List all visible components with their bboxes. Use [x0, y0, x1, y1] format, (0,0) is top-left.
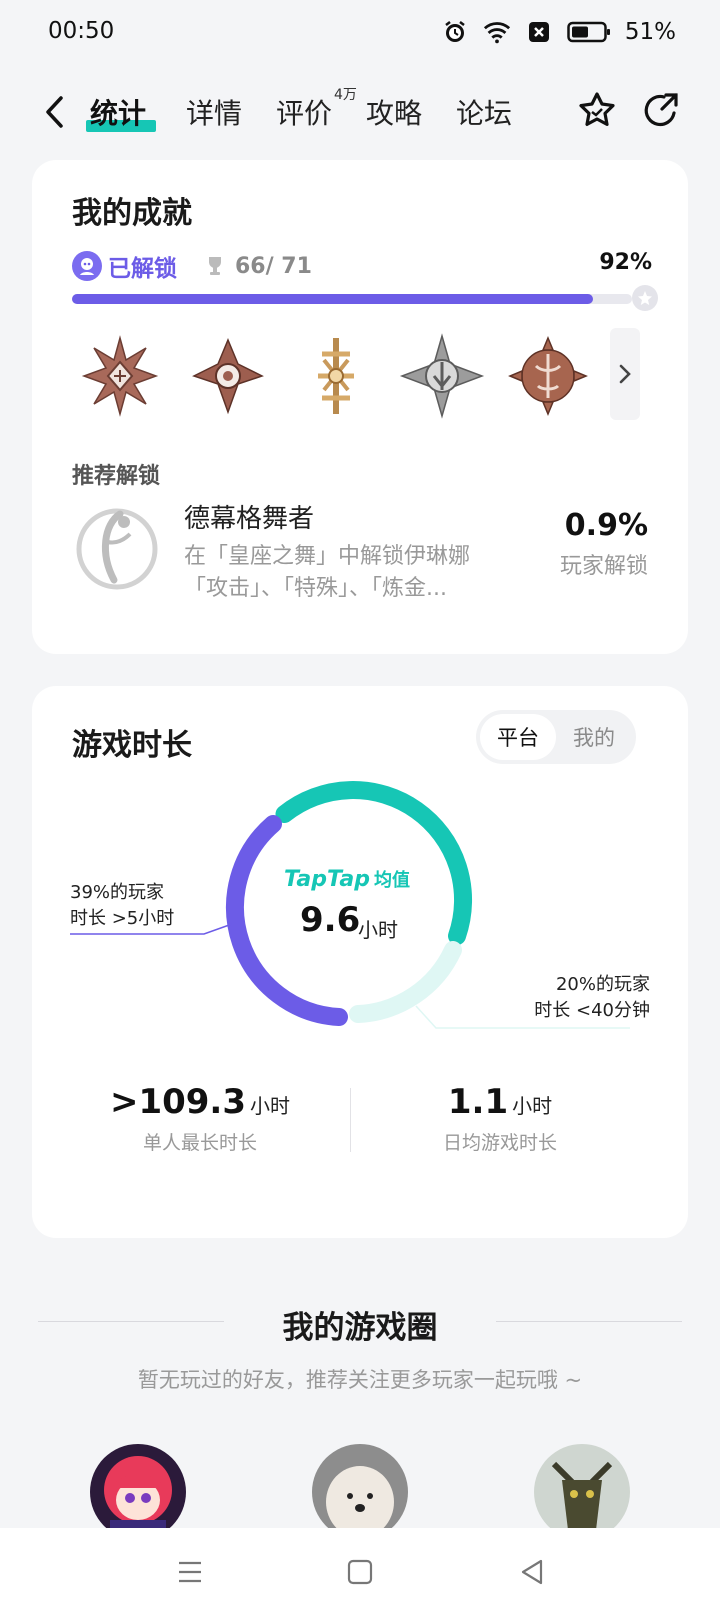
achievement-progress-bar [72, 294, 632, 304]
max-playtime-value: >109.3 [109, 1082, 247, 1122]
recommended-unlock-percent: 0.9% [564, 508, 648, 543]
taptap-average-label: TapTap 均值 [284, 866, 420, 898]
no-sim-icon [525, 18, 553, 46]
achievement-count: 66/ 71 [235, 253, 312, 279]
game-circle-subtitle: 暂无玩过的好友，推荐关注更多玩家一起玩哦 ~ [137, 1368, 583, 1392]
friend-avatar-2[interactable] [312, 1444, 408, 1540]
recommended-achievement-desc-line2: 「攻击」、「特殊」、「炼金... [184, 576, 447, 601]
max-playtime-stat: >109.3 小时 单人最长时长 [50, 1082, 350, 1155]
average-playtime-value: 9.6 [300, 900, 361, 940]
tab-forum[interactable]: 论坛 [456, 92, 512, 132]
playtime-card: 游戏时长 平台 我的 TapTap 均值 9.6 小时 39%的玩家 时长 >5小… [32, 686, 688, 1238]
daily-playtime-stat: 1.1 小时 日均游戏时长 [350, 1082, 650, 1155]
achievements-card: 我的成就 已解锁 66/ 71 92% 推荐解锁 德幕格舞者 在「皇座之舞」中解… [32, 160, 688, 654]
home-icon [347, 1559, 373, 1585]
back-triangle-icon [521, 1559, 543, 1585]
menu-icon [179, 1561, 201, 1583]
recommended-achievement-icon [72, 504, 162, 594]
status-icons: 51% [441, 16, 676, 48]
long-playtime-threshold: 时长 >5小时 [70, 908, 175, 929]
achievement-badge-5[interactable] [504, 332, 592, 420]
achievements-title: 我的成就 [72, 196, 192, 231]
friend-avatar-1[interactable] [90, 1444, 186, 1540]
home-button[interactable] [342, 1554, 378, 1590]
share-button[interactable] [638, 88, 684, 134]
average-playtime-unit: 小时 [358, 918, 398, 942]
wifi-icon [483, 18, 511, 46]
status-bar: 00:50 51% [0, 0, 720, 64]
tab-guides[interactable]: 攻略 [366, 92, 422, 132]
achievement-badge-2[interactable] [184, 332, 272, 420]
achievement-badge-4[interactable] [398, 332, 486, 420]
system-navigation-bar [0, 1528, 720, 1612]
user-avatar-icon [72, 251, 102, 281]
alarm-icon [441, 18, 469, 46]
status-time: 00:50 [48, 18, 115, 44]
game-circle-title: 我的游戏圈 [282, 1310, 438, 1346]
chevron-left-icon [46, 96, 63, 128]
unlock-summary: 已解锁 66/ 71 [72, 248, 312, 284]
achievement-badge-3[interactable] [292, 332, 380, 420]
recommend-unlock-label: 推荐解锁 [72, 464, 161, 489]
recommended-achievement-name: 德幕格舞者 [184, 504, 315, 534]
taptap-logo: TapTap [284, 867, 370, 892]
badges-more-button[interactable] [610, 328, 640, 420]
short-playtime-share: 20%的玩家 [555, 974, 650, 995]
long-playtime-share: 39%的玩家 [70, 882, 165, 903]
back-button[interactable] [36, 90, 72, 134]
friend-avatar-3[interactable] [534, 1444, 630, 1540]
achievement-badge-1[interactable] [76, 332, 164, 420]
achievement-badges [72, 328, 648, 420]
max-playtime-unit: 小时 [250, 1094, 291, 1118]
recommended-unlock-percent-label: 玩家解锁 [559, 554, 648, 579]
share-icon [644, 93, 678, 127]
tab-details[interactable]: 详情 [186, 92, 242, 132]
donut-segment-light [349, 941, 462, 1023]
favorite-button[interactable] [574, 88, 620, 134]
chevron-right-icon [619, 364, 631, 384]
star-icon [579, 92, 615, 126]
battery-icon [567, 18, 611, 46]
progress-end-star-icon [632, 285, 658, 311]
back-nav-button[interactable] [514, 1554, 550, 1590]
achievement-progress-fill [72, 294, 593, 304]
recommended-achievement[interactable]: 德幕格舞者 在「皇座之舞」中解锁伊琳娜 「攻击」、「特殊」、「炼金... 0.9… [72, 498, 648, 608]
short-playtime-threshold: 时长 <40分钟 [534, 1000, 650, 1021]
max-playtime-label: 单人最长时长 [142, 1132, 257, 1154]
achievement-percent: 92% [599, 250, 652, 275]
daily-playtime-label: 日均游戏时长 [442, 1132, 557, 1154]
tab-reviews[interactable]: 评价 [276, 92, 332, 132]
trophy-icon [203, 254, 227, 278]
unlocked-label: 已解锁 [108, 256, 177, 282]
daily-playtime-value: 1.1 [447, 1082, 509, 1122]
average-label: 均值 [373, 870, 410, 891]
tab-stats[interactable]: 统计 [90, 92, 146, 132]
recommended-achievement-desc-line1: 在「皇座之舞」中解锁伊琳娜 [184, 544, 471, 569]
review-count-badge: 4万 [334, 87, 357, 103]
menu-button[interactable] [172, 1554, 208, 1590]
daily-playtime-unit: 小时 [512, 1094, 553, 1118]
battery-percent: 51% [624, 19, 676, 45]
top-nav: 统计 详情 评价 4万 攻略 论坛 [0, 78, 720, 148]
